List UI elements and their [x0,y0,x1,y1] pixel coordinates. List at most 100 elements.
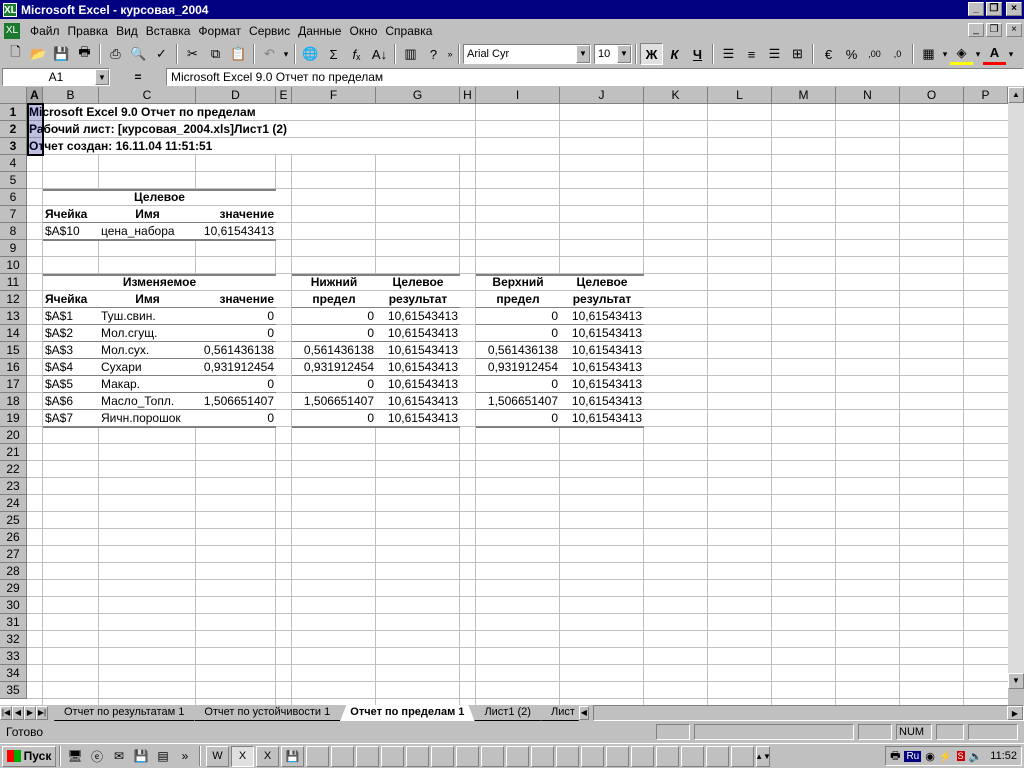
row-header[interactable]: 10 [0,257,27,274]
upper-limit-value[interactable]: 0 [478,325,558,342]
menu-edit[interactable]: Правка [64,24,113,38]
row-header[interactable]: 30 [0,597,27,614]
sheet-tab-sensitivity-report[interactable]: Отчет по устойчивости 1 [194,705,340,721]
target-cell[interactable]: $A$10 [45,223,97,240]
column-header[interactable]: M [772,87,836,104]
lower-limit-header[interactable]: предел [294,291,374,308]
adjustable-value[interactable]: 1,506651407 [198,393,274,410]
adjustable-value[interactable]: 0 [198,376,274,393]
excel-app-icon[interactable]: XL [3,2,17,17]
taskbar-button[interactable] [331,745,354,767]
sheet-tab-list[interactable]: Лист [541,705,579,721]
row-header[interactable]: 14 [0,325,27,342]
row-header[interactable]: 31 [0,614,27,631]
fill-color-icon[interactable]: ◈ [950,43,973,65]
adjustable-name[interactable]: Яичн.порошок [101,410,194,427]
scroll-up-icon[interactable]: ▲ [1008,87,1024,103]
percent-icon[interactable]: % [840,43,863,65]
start-button[interactable]: Пуск [2,745,56,767]
currency-icon[interactable]: € [817,43,840,65]
upper-target-value[interactable]: 10,61543413 [562,376,642,393]
upper-target-value[interactable]: 10,61543413 [562,359,642,376]
lower-target-value[interactable]: 10,61543413 [378,359,458,376]
column-header[interactable]: A [27,87,43,104]
adjustable-cell[interactable]: $A$5 [45,376,97,393]
lower-target-header[interactable]: Целевое [378,274,458,291]
column-header[interactable]: I [476,87,560,104]
lower-limit-value[interactable]: 0 [294,410,374,427]
upper-target-header[interactable]: результат [562,291,642,308]
column-header[interactable]: C [99,87,196,104]
lower-limit-value[interactable]: 0 [294,308,374,325]
sheet-tab-limits-report[interactable]: Отчет по пределам 1 [340,705,474,721]
lower-limit-value[interactable]: 0 [294,376,374,393]
upper-limit-header[interactable]: Верхний [478,274,558,291]
adjustable-cell[interactable]: $A$4 [45,359,97,376]
report-worksheet[interactable]: Рабочий лист: [курсовая_2004.xls]Лист1 (… [29,121,405,138]
next-sheet-icon[interactable]: ▶ [24,706,36,720]
tab-split-icon[interactable]: ◀ [578,706,589,720]
adjustable-name[interactable]: Мол.сух. [101,342,194,359]
row-header[interactable]: 26 [0,529,27,546]
chevron-down-icon[interactable]: ▾ [973,43,983,65]
column-header[interactable]: N [836,87,900,104]
row-header[interactable]: 35 [0,682,27,699]
upper-limit-value[interactable]: 1,506651407 [478,393,558,410]
printer-tray-icon[interactable]: 🖶 [890,747,900,766]
menu-data[interactable]: Данные [294,24,345,38]
doc-minimize-button[interactable]: _ [968,23,984,37]
row-header[interactable]: 29 [0,580,27,597]
disk-task-icon[interactable]: 💾 [281,745,304,767]
report-created[interactable]: Отчет создан: 16.11.04 11:51:51 [29,138,405,155]
outlook-icon[interactable]: ✉ [108,746,130,767]
row-header[interactable]: 6 [0,189,27,206]
chevron-down-icon[interactable]: ▾ [940,43,950,65]
taskbar-button[interactable] [556,745,579,767]
taskbar-button[interactable] [506,745,529,767]
menu-tools[interactable]: Сервис [245,24,294,38]
row-header[interactable]: 23 [0,478,27,495]
row-header[interactable]: 2 [0,121,27,138]
prev-sheet-icon[interactable]: ◀ [12,706,24,720]
function-icon[interactable]: fₓ [345,43,368,65]
minimize-button[interactable]: _ [968,2,984,16]
bold-icon[interactable]: Ж [640,43,663,65]
adjustable-name[interactable]: Сухари [101,359,194,376]
volume-tray-icon[interactable]: 🔈 [969,750,983,763]
column-header[interactable]: O [900,87,964,104]
excel-task-icon[interactable]: X [231,745,254,767]
word-task-icon[interactable]: W [206,745,229,767]
lower-limit-header[interactable]: Нижний [294,274,374,291]
column-header[interactable]: K [644,87,708,104]
taskbar-button[interactable] [681,745,704,767]
taskbar-button[interactable] [406,745,429,767]
chevron-down-icon[interactable]: ▼ [576,45,590,63]
adjustable-cell[interactable]: $A$1 [45,308,97,325]
adjustable-name[interactable]: Масло_Топл. [101,393,194,410]
row-header[interactable]: 18 [0,393,27,410]
adjustable-name[interactable]: Макар. [101,376,194,393]
adjustable-name[interactable]: Мол.сгущ. [101,325,194,342]
align-center-icon[interactable]: ≡ [740,43,763,65]
show-desktop-icon[interactable]: 🖥 [64,746,86,767]
underline-icon[interactable]: Ч [686,43,709,65]
italic-icon[interactable]: К [663,43,686,65]
paste-icon[interactable]: 📋 [227,43,250,65]
chevron-down-icon[interactable]: ▾ [1006,43,1016,65]
chevron-down-icon[interactable]: ▼ [95,68,109,85]
upper-target-header[interactable]: Целевое [562,274,642,291]
row-header[interactable]: 3 [0,138,27,155]
last-sheet-icon[interactable]: ▶| [36,706,48,720]
chevron-down-icon[interactable]: ▼ [617,45,631,63]
adjustable-cell[interactable]: $A$3 [45,342,97,359]
upper-limit-value[interactable]: 0 [478,376,558,393]
copy-icon[interactable]: ⧉ [204,43,227,65]
row-header[interactable]: 27 [0,546,27,563]
row-header[interactable]: 16 [0,359,27,376]
name-box[interactable]: A1 ▼ [2,67,110,86]
taskbar-button[interactable] [631,745,654,767]
upper-target-value[interactable]: 10,61543413 [562,308,642,325]
taskbar-button[interactable] [306,745,329,767]
more-buttons-icon[interactable]: » [445,43,455,65]
vertical-scrollbar[interactable]: ▲ ▼ [1008,87,1024,705]
